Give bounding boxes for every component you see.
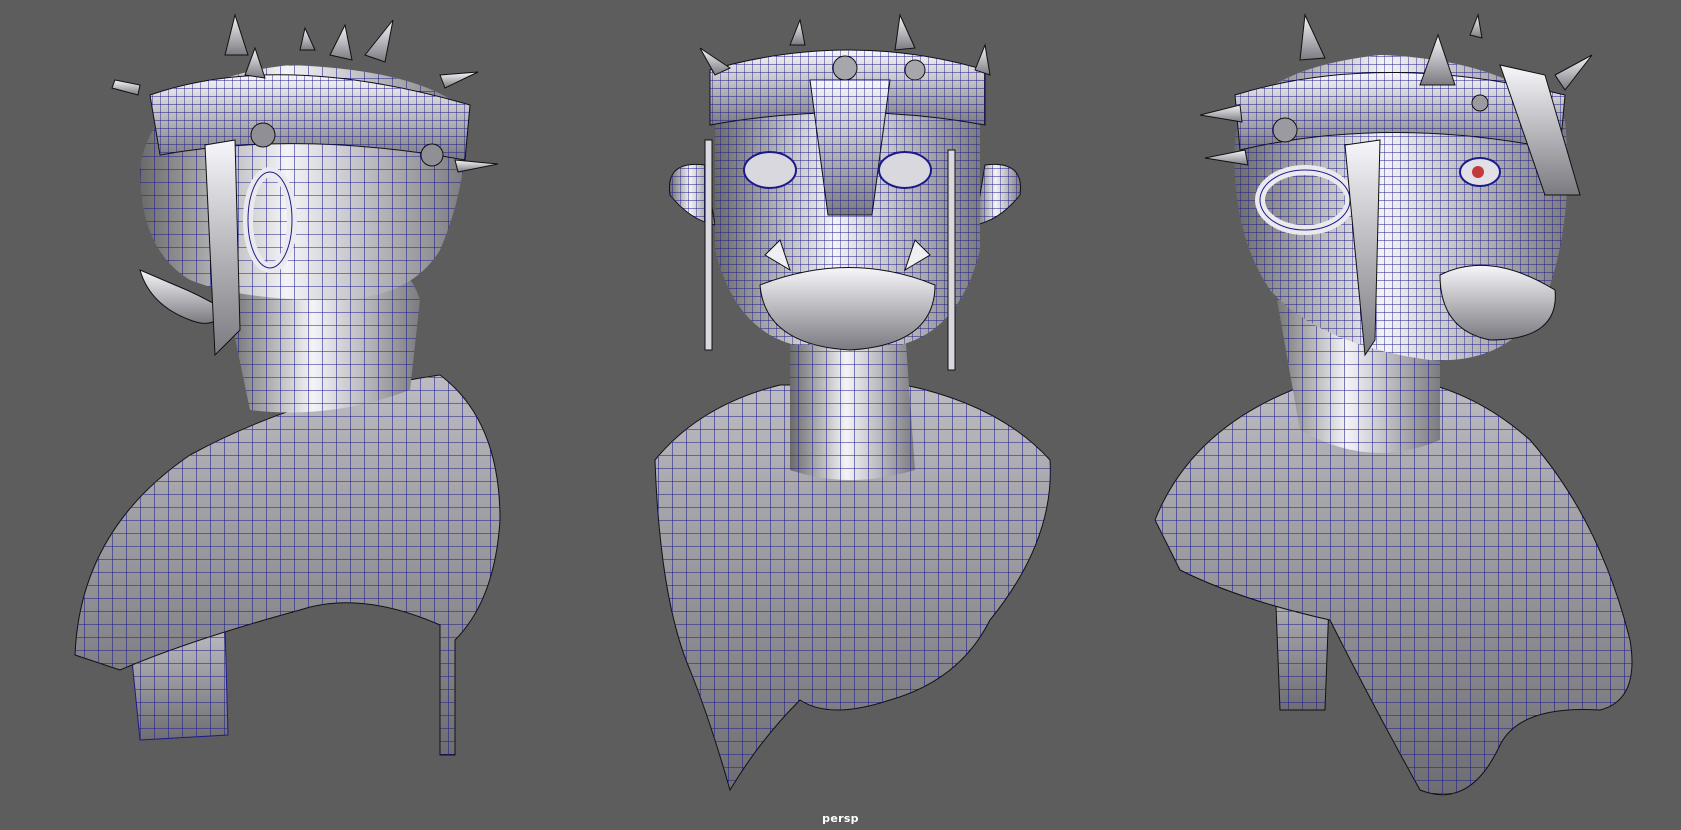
camera-name-label: persp — [822, 812, 859, 825]
viewport-persp[interactable]: persp — [0, 0, 1681, 830]
bust-right-view[interactable] — [1154, 13, 1633, 796]
bust-front-view[interactable] — [654, 13, 1051, 792]
bust-left-view[interactable] — [74, 13, 501, 756]
viewport-render[interactable] — [0, 0, 1681, 830]
